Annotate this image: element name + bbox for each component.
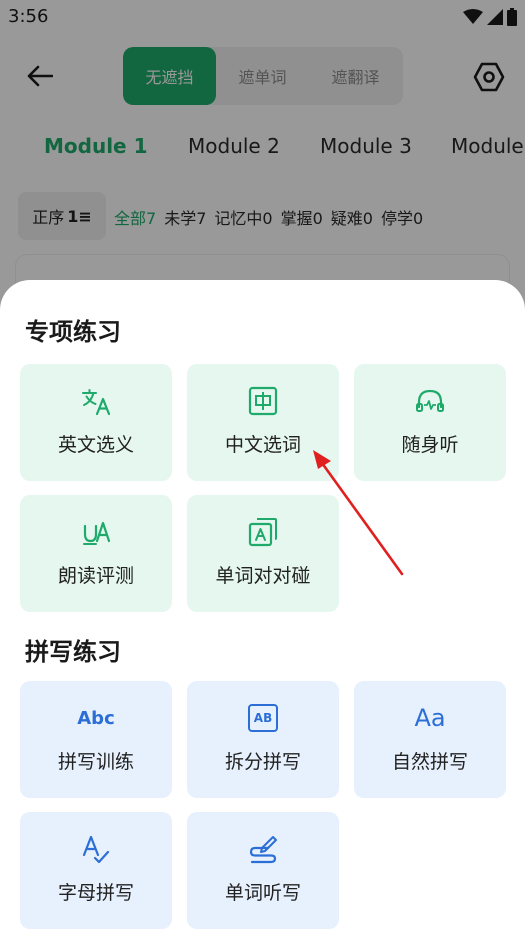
- translate-icon: [79, 384, 113, 418]
- headphones-icon: [413, 384, 447, 418]
- aa-icon: Aa: [413, 701, 447, 735]
- tile-label: 拼写训练: [57, 751, 134, 773]
- ab-box-icon: AB: [248, 704, 278, 732]
- tile-label: 字母拼写: [57, 882, 134, 904]
- tile-label: 中文选词: [224, 434, 301, 456]
- a-check-icon: [79, 832, 113, 866]
- tile-label: 自然拼写: [391, 751, 468, 773]
- tile-word-match[interactable]: 单词对对碰: [187, 495, 339, 612]
- stacked-cards-icon: [246, 515, 280, 549]
- tile-label: 单词对对碰: [215, 565, 311, 587]
- tile-label: 拆分拼写: [224, 751, 301, 773]
- special-practice-title: 专项练习: [25, 318, 121, 346]
- zhong-box-icon: [246, 384, 280, 418]
- practice-sheet: 专项练习 英文选义 中文选词 随身听 朗读评测 单词对对碰 拼写练习 Abc 拼…: [0, 280, 525, 933]
- tile-chinese-choose-word[interactable]: 中文选词: [187, 364, 339, 481]
- pen-dictation-icon: [246, 832, 280, 866]
- ab-icon-text: AB: [253, 711, 273, 725]
- tile-spelling-training[interactable]: Abc 拼写训练: [20, 681, 172, 798]
- tile-listen-anywhere[interactable]: 随身听: [354, 364, 506, 481]
- tile-english-choose-meaning[interactable]: 英文选义: [20, 364, 172, 481]
- tile-label: 朗读评测: [57, 565, 134, 587]
- app-screen: 3:56 无遮挡 遮单词 遮翻译 Module 1 Module 2 Modul…: [0, 0, 525, 933]
- tile-label: 随身听: [401, 434, 459, 456]
- aa-icon-text: Aa: [414, 704, 446, 732]
- tile-label: 英文选义: [57, 434, 134, 456]
- tile-word-dictation[interactable]: 单词听写: [187, 812, 339, 929]
- abc-icon-text: Abc: [77, 707, 115, 729]
- tile-reading-evaluation[interactable]: 朗读评测: [20, 495, 172, 612]
- tile-letter-spelling[interactable]: 字母拼写: [20, 812, 172, 929]
- tile-split-spelling[interactable]: AB 拆分拼写: [187, 681, 339, 798]
- spelling-practice-title: 拼写练习: [25, 638, 121, 666]
- tile-phonics-spelling[interactable]: Aa 自然拼写: [354, 681, 506, 798]
- speech-eval-icon: [79, 515, 113, 549]
- abc-icon: Abc: [77, 701, 115, 735]
- tile-label: 单词听写: [224, 882, 301, 904]
